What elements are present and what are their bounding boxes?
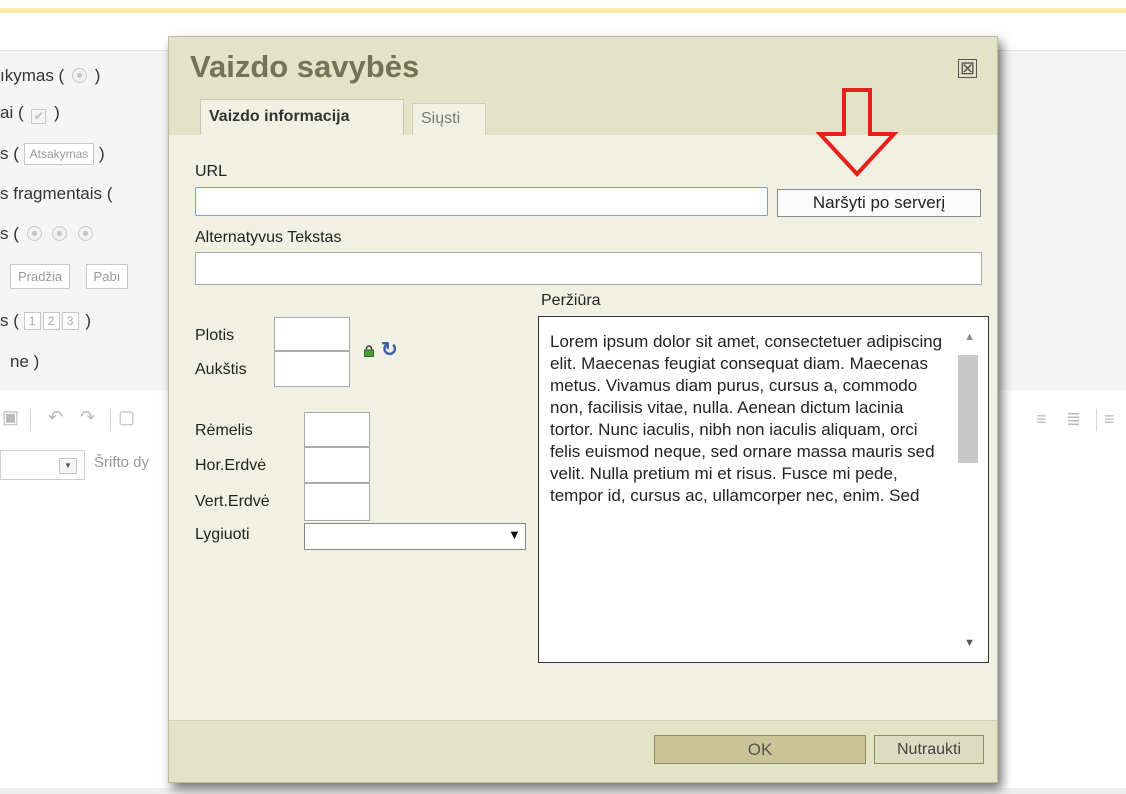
bg-line-4: s fragmentais ( [0, 184, 112, 204]
number-chip[interactable]: 3 [61, 312, 79, 330]
bg-line-1: ıkymas ( ) [0, 66, 100, 86]
bg-line-5: s ( [0, 224, 96, 244]
bg-line-8-text: ne ) [10, 352, 40, 371]
border-label: Rėmelis [195, 422, 253, 439]
url-input[interactable] [195, 187, 768, 216]
align-select[interactable] [304, 523, 526, 550]
reset-size-icon[interactable]: ↻ [381, 337, 398, 362]
preview-scrollbar[interactable]: ▲ ▼ [948, 317, 988, 662]
preview-pane[interactable]: Lorem ipsum dolor sit amet, consectetuer… [538, 316, 989, 663]
preview-text: Lorem ipsum dolor sit amet, consectetuer… [550, 332, 943, 505]
align-justify-icon[interactable]: ≣ [1066, 409, 1083, 430]
bg-line-6: Pradžia Pabı [10, 264, 129, 289]
chevron-down-icon[interactable]: ▼ [508, 527, 521, 542]
radio-icon[interactable] [26, 226, 42, 241]
alt-text-input[interactable] [195, 252, 982, 285]
bg-line-1-suffix: ) [94, 66, 101, 85]
align-label: Lygiuoti [195, 526, 250, 543]
undo-icon[interactable]: ↶ [48, 407, 63, 428]
align-right-icon[interactable]: ≡ [1036, 409, 1049, 430]
cancel-button[interactable]: Nutraukti [874, 735, 984, 764]
top-stripe [0, 8, 1126, 13]
url-label: URL [195, 163, 228, 180]
chevron-down-icon[interactable]: ▼ [59, 458, 77, 474]
number-chip[interactable]: 2 [42, 312, 60, 330]
end-chip[interactable]: Pabı [85, 264, 129, 289]
bg-line-1-text: ıkymas ( [0, 66, 65, 85]
toolbar-separator [30, 409, 31, 431]
dialog-footer: OK Nutraukti [169, 720, 997, 782]
width-label: Plotis [195, 327, 235, 344]
vspace-label: Vert.Erdvė [195, 493, 270, 510]
answer-chip[interactable]: Atsakymas [23, 143, 95, 165]
radio-icon[interactable] [71, 68, 87, 83]
bg-line-7-suffix: ) [85, 311, 92, 330]
bg-line-2-suffix: ) [54, 103, 60, 122]
annotation-arrow-icon [815, 88, 899, 177]
toolbar-separator [1096, 409, 1097, 431]
bg-line-3-text: s ( [0, 144, 19, 163]
bg-line-3-suffix: ) [99, 144, 105, 163]
bg-line-8: ne ) [10, 352, 39, 372]
screen: ıkymas ( ) ai ( ✔ ) s ( Atsakymas ) s fr… [0, 0, 1126, 794]
border-input[interactable] [304, 412, 370, 447]
bg-line-2-text: ai ( [0, 103, 24, 122]
tab-image-info[interactable]: Vaizdo informacija [200, 99, 404, 135]
table-icon[interactable]: ▢ [118, 407, 135, 428]
bg-line-2: ai ( ✔ ) [0, 103, 60, 124]
hspace-input[interactable] [304, 447, 370, 483]
image-icon[interactable]: ▣ [2, 407, 19, 428]
width-input[interactable] [274, 317, 350, 351]
checkbox-icon[interactable]: ✔ [31, 109, 47, 124]
height-label: Aukštis [195, 361, 247, 378]
scroll-thumb[interactable] [958, 355, 978, 463]
redo-icon[interactable]: ↷ [80, 407, 95, 428]
vspace-input[interactable] [304, 483, 370, 521]
scroll-up-icon[interactable]: ▲ [964, 331, 975, 343]
toolbar-separator [110, 409, 111, 431]
bottom-strip [0, 788, 1126, 794]
bg-line-5-text: s ( [0, 224, 19, 243]
ok-button[interactable]: OK [654, 735, 866, 764]
indent-icon[interactable]: ≡ [1104, 409, 1117, 430]
close-icon[interactable]: ⊠ [958, 59, 977, 78]
lock-icon[interactable] [364, 345, 374, 357]
bg-line-7-text: s ( [0, 311, 19, 330]
bg-line-7: s ( 123 ) [0, 311, 91, 331]
bg-line-4-text: s fragmentais ( [0, 184, 113, 203]
dialog-title: Vaizdo savybės [190, 49, 420, 84]
bg-line-3: s ( Atsakymas ) [0, 143, 105, 165]
tab-upload[interactable]: Siųsti [412, 103, 486, 135]
browse-server-button[interactable]: Naršyti po serverį [777, 189, 981, 217]
radio-icon[interactable] [78, 226, 94, 241]
scroll-down-icon[interactable]: ▼ [964, 637, 975, 649]
font-size-combo[interactable]: Šrifto dy [94, 454, 149, 471]
alt-text-label: Alternatyvus Tekstas [195, 229, 342, 246]
hspace-label: Hor.Erdvė [195, 457, 267, 474]
height-input[interactable] [274, 351, 350, 387]
preview-label: Peržiūra [541, 292, 601, 309]
number-chip[interactable]: 1 [23, 312, 41, 330]
start-chip[interactable]: Pradžia [10, 264, 71, 289]
radio-icon[interactable] [52, 226, 68, 241]
